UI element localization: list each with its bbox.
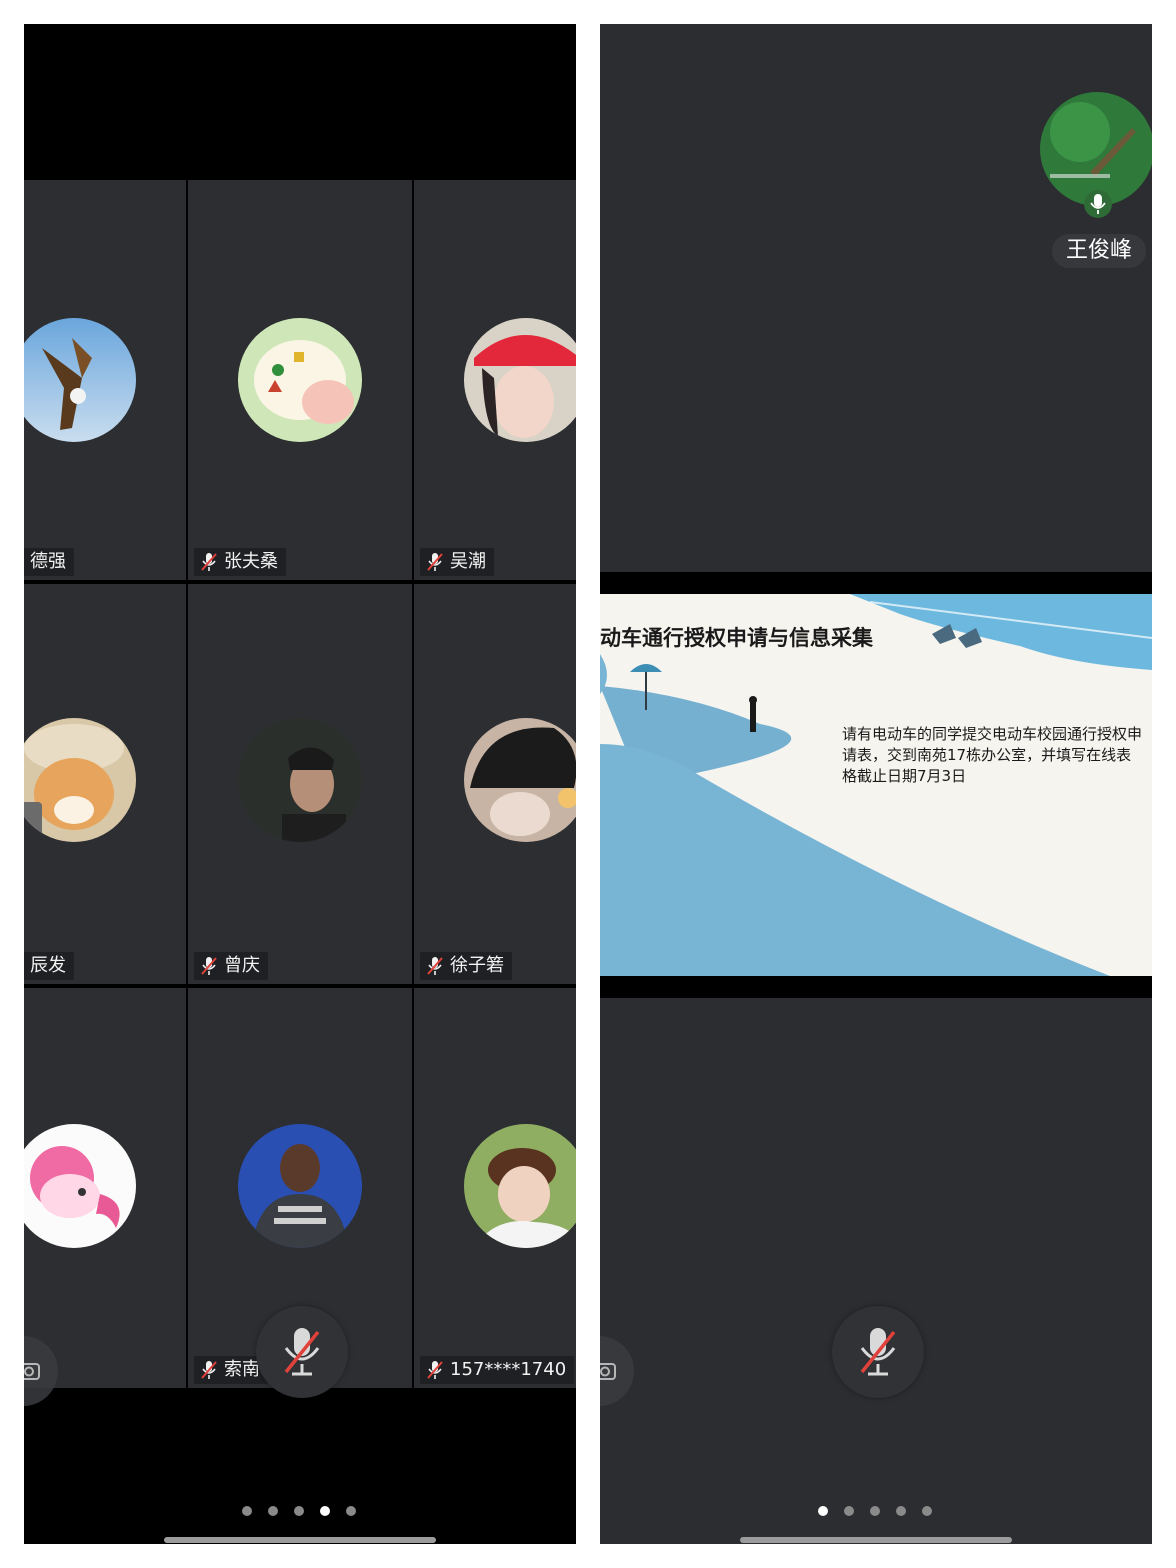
mic-muted-icon xyxy=(284,1328,320,1376)
participant-name: 曾庆 xyxy=(224,955,260,976)
slide-body-text: 请有电动车的同学提交电动车校园通行授权申请表，交到南苑17栋办公室，并填写在线表… xyxy=(842,725,1143,785)
speaker-avatar[interactable] xyxy=(1040,92,1152,206)
participant-nameplate: 157****1740 xyxy=(420,1356,575,1384)
mic-icon xyxy=(1090,194,1106,214)
microphone-toggle-button[interactable] xyxy=(256,1306,348,1398)
screen-share-screen: 王俊峰 动车通行授权申请与信息采集 请有电动车的同学提交电动车校园通行授权申请表… xyxy=(600,24,1152,1544)
camera-icon xyxy=(600,1363,616,1380)
participant-name: 吴潮 xyxy=(450,551,486,572)
participant-tile[interactable]: 辰发 xyxy=(24,584,186,984)
mic-muted-icon xyxy=(860,1328,896,1376)
mic-muted-icon xyxy=(200,552,218,572)
mic-muted-icon xyxy=(200,1360,218,1380)
page-dot[interactable] xyxy=(294,1506,304,1516)
page-dot-active[interactable] xyxy=(320,1506,330,1516)
participant-name: 157****1740 xyxy=(450,1359,567,1380)
page-dot[interactable] xyxy=(870,1506,880,1516)
avatar-person-outdoors xyxy=(464,1124,576,1248)
page-dot[interactable] xyxy=(346,1506,356,1516)
page-dot[interactable] xyxy=(896,1506,906,1516)
participant-nameplate: 吴潮 xyxy=(420,548,494,576)
camera-switch-button[interactable] xyxy=(600,1336,634,1406)
participant-tile[interactable]: 157****1740 xyxy=(414,988,576,1388)
participant-tile[interactable]: 张夫桑 xyxy=(188,180,412,580)
shared-slide[interactable]: 动车通行授权申请与信息采集 请有电动车的同学提交电动车校园通行授权申请表，交到南… xyxy=(600,572,1152,998)
home-indicator[interactable] xyxy=(164,1537,436,1543)
participant-tile[interactable] xyxy=(24,988,186,1388)
home-indicator[interactable] xyxy=(740,1537,1012,1543)
speaker-mic-badge xyxy=(1084,190,1112,218)
page-indicator[interactable] xyxy=(242,1506,356,1516)
page-dot[interactable] xyxy=(268,1506,278,1516)
slide-title: 动车通行授权申请与信息采集 xyxy=(600,626,873,650)
page-dot[interactable] xyxy=(844,1506,854,1516)
participant-nameplate: 德强 xyxy=(24,548,74,576)
slide-content: 动车通行授权申请与信息采集 请有电动车的同学提交电动车校园通行授权申请表，交到南… xyxy=(600,594,1152,976)
participant-name: 德强 xyxy=(30,551,66,572)
mic-muted-icon xyxy=(426,956,444,976)
avatar-shiba-dog xyxy=(24,718,136,842)
participant-tile[interactable]: 徐子箬 xyxy=(414,584,576,984)
participant-nameplate: 张夫桑 xyxy=(194,548,286,576)
avatar-person-dark-hair xyxy=(464,718,576,842)
participant-tile[interactable]: 吴潮 xyxy=(414,180,576,580)
camera-icon xyxy=(24,1363,40,1380)
meeting-grid-screen: 德强 张夫桑 吴潮 辰发 曾庆 徐子箬 索南 157****1740 xyxy=(24,24,576,1544)
page-dot[interactable] xyxy=(242,1506,252,1516)
participant-grid: 德强 张夫桑 吴潮 辰发 曾庆 徐子箬 索南 157****1740 xyxy=(24,180,576,1388)
participant-name: 索南 xyxy=(224,1359,260,1380)
page-indicator[interactable] xyxy=(818,1506,932,1516)
avatar-eagle xyxy=(24,318,136,442)
participant-tile[interactable]: 德强 xyxy=(24,180,186,580)
avatar-man-car xyxy=(238,718,362,842)
avatar-basketball-player xyxy=(238,1124,362,1248)
avatar-cartoon-pig xyxy=(238,318,362,442)
mic-muted-icon xyxy=(426,1360,444,1380)
speaker-name: 王俊峰 xyxy=(1052,234,1147,268)
participant-name: 张夫桑 xyxy=(224,551,278,572)
participant-name: 徐子箬 xyxy=(450,955,504,976)
page-dot-active[interactable] xyxy=(818,1506,828,1516)
microphone-toggle-button[interactable] xyxy=(832,1306,924,1398)
participant-tile[interactable]: 曾庆 xyxy=(188,584,412,984)
mic-muted-icon xyxy=(200,956,218,976)
avatar-pink-pony xyxy=(24,1124,136,1248)
participant-name: 辰发 xyxy=(30,955,66,976)
page-dot[interactable] xyxy=(922,1506,932,1516)
participant-nameplate: 曾庆 xyxy=(194,952,268,980)
mic-muted-icon xyxy=(426,552,444,572)
avatar-girl-red-cap xyxy=(464,318,576,442)
participant-nameplate: 徐子箬 xyxy=(420,952,512,980)
participant-nameplate: 辰发 xyxy=(24,952,74,980)
